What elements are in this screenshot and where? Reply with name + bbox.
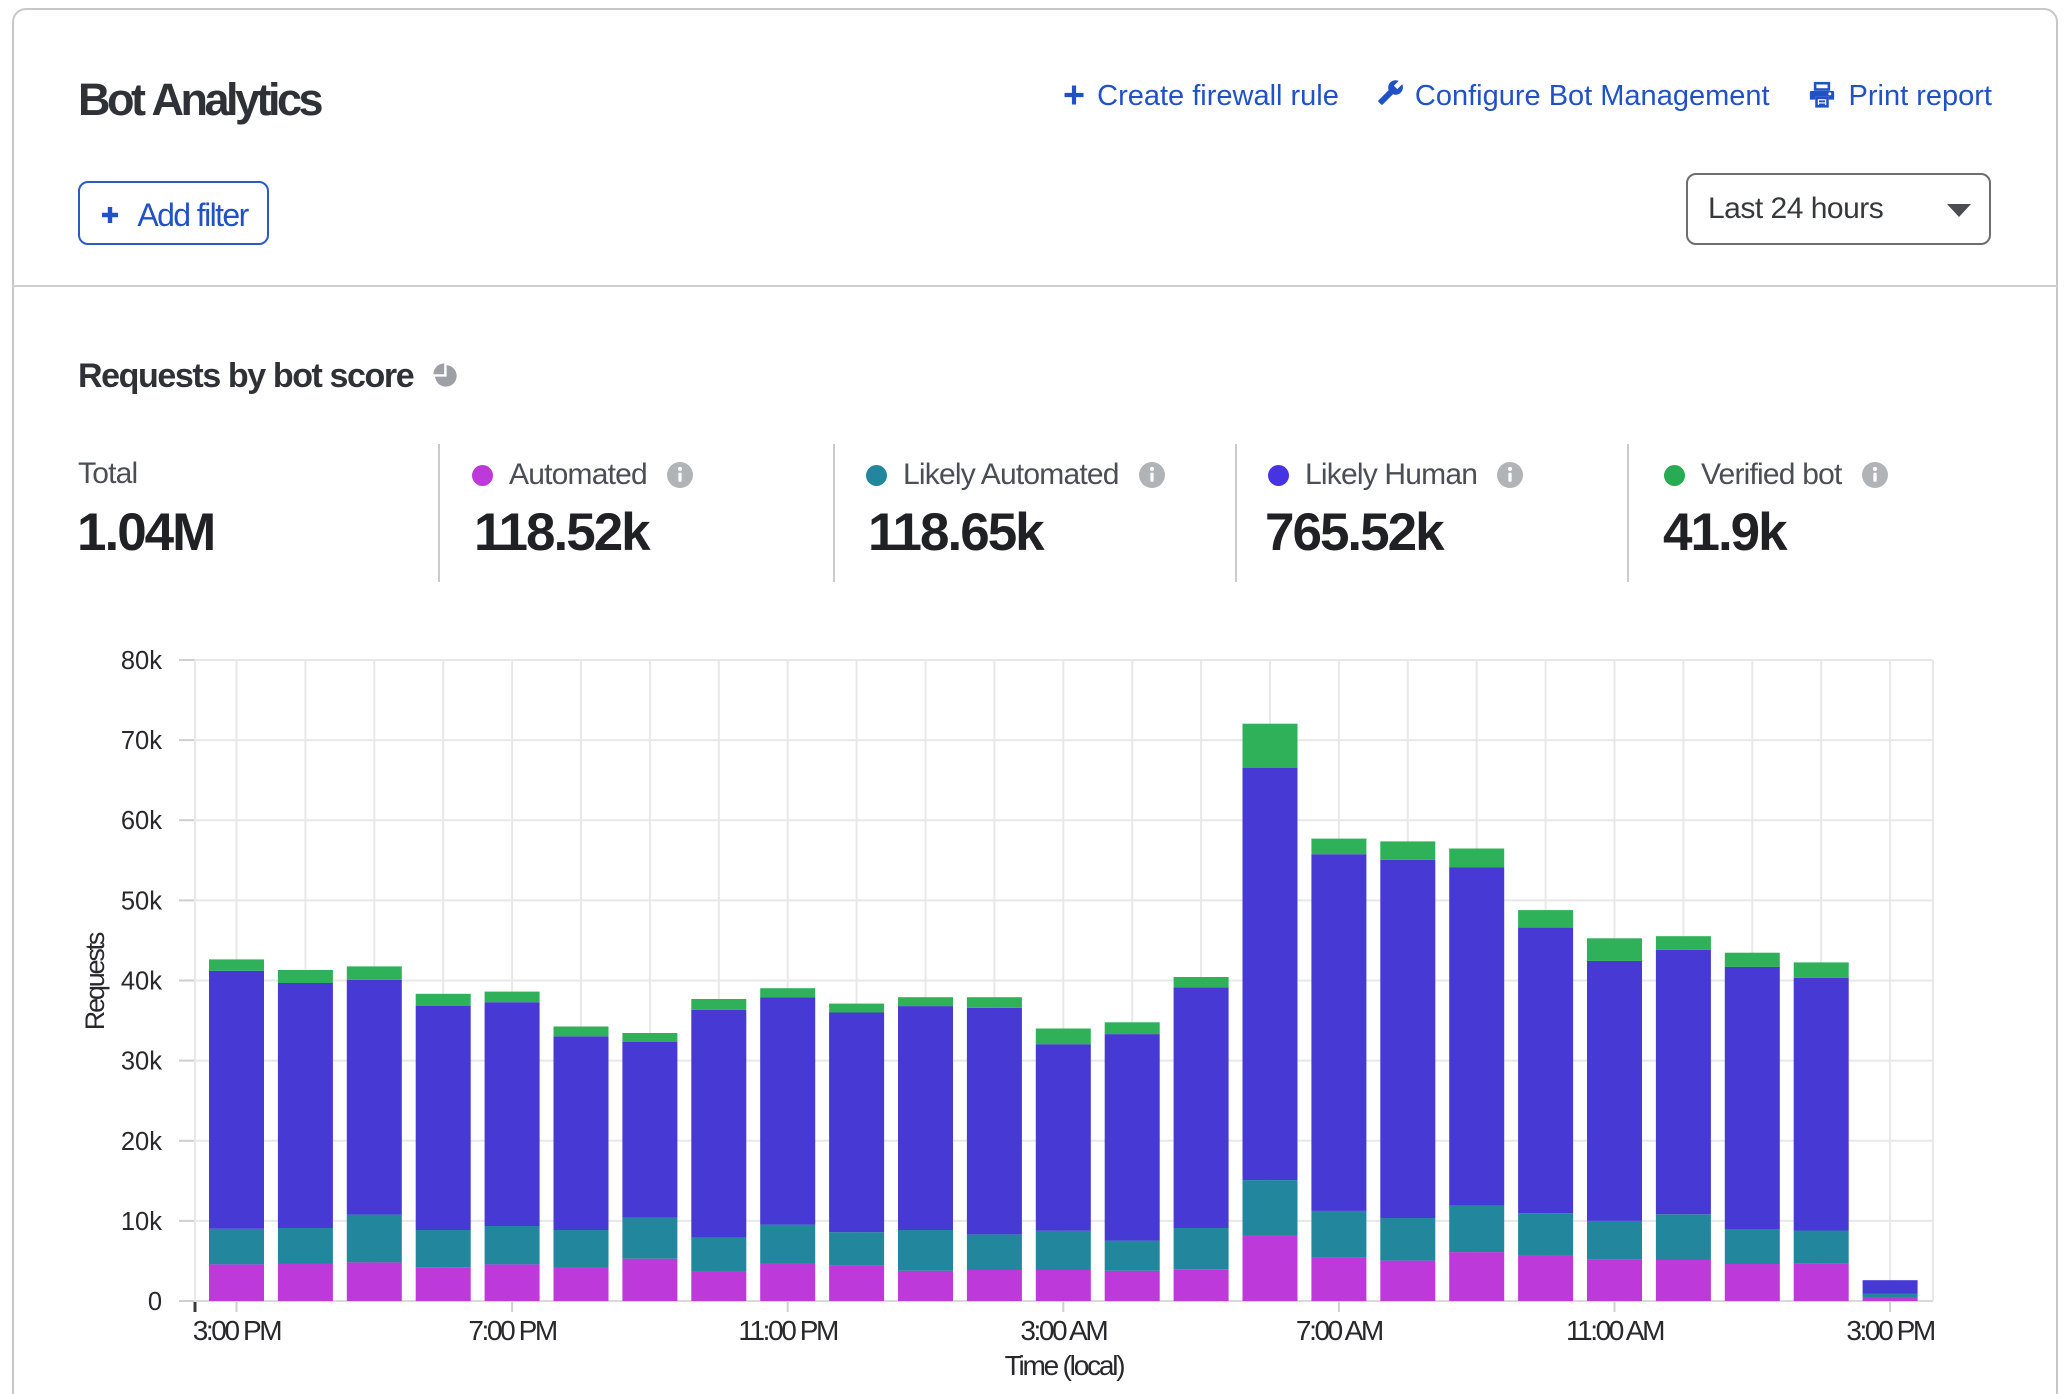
svg-text:50k: 50k — [121, 887, 162, 915]
svg-text:3:00 AM: 3:00 AM — [1020, 1315, 1107, 1346]
svg-text:0: 0 — [148, 1288, 162, 1316]
svg-text:30k: 30k — [121, 1048, 162, 1076]
svg-text:Time (local): Time (local) — [1005, 1350, 1125, 1381]
svg-text:10k: 10k — [121, 1208, 162, 1236]
svg-text:11:00 AM: 11:00 AM — [1566, 1315, 1664, 1346]
svg-text:80k: 80k — [121, 647, 162, 675]
svg-text:7:00 AM: 7:00 AM — [1296, 1315, 1383, 1346]
svg-text:7:00 PM: 7:00 PM — [468, 1315, 557, 1346]
svg-text:3:00 PM: 3:00 PM — [193, 1315, 282, 1346]
svg-text:40k: 40k — [121, 968, 162, 996]
svg-text:20k: 20k — [121, 1128, 162, 1156]
svg-text:70k: 70k — [121, 727, 162, 755]
svg-text:11:00 PM: 11:00 PM — [738, 1315, 838, 1346]
svg-text:Requests: Requests — [80, 932, 110, 1030]
svg-text:3:00 PM: 3:00 PM — [1846, 1315, 1935, 1346]
svg-text:60k: 60k — [121, 807, 162, 835]
